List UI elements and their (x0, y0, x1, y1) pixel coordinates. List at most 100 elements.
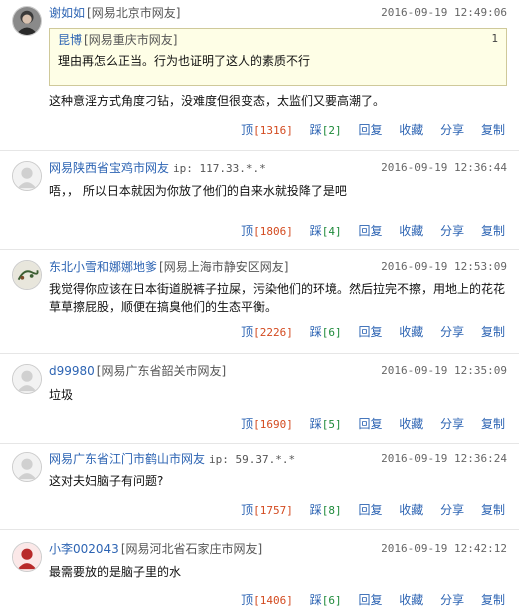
favorite-button[interactable]: 收藏 (399, 123, 423, 137)
comment-list: 谢如如 [网易北京市网友] 2016-09-19 12:49:06 昆博 [网易重庆… (0, 0, 519, 614)
timestamp: 2016-09-19 12:49:06 (381, 6, 507, 19)
downvote-label: 踩 (309, 417, 322, 431)
avatar[interactable] (12, 6, 42, 36)
quote-location: [网易重庆市网友] (84, 33, 178, 47)
timestamp: 2016-09-19 12:53:09 (381, 260, 507, 273)
upvote-button[interactable]: 顶[1690] (241, 417, 293, 431)
copy-button[interactable]: 复制 (481, 593, 505, 607)
upvote-label: 顶 (241, 417, 254, 431)
comment-header: d99980 [网易广东省韶关市网友] 2016-09-19 12:35:09 (49, 362, 507, 380)
upvote-label: 顶 (241, 224, 254, 238)
downvote-label: 踩 (309, 593, 322, 607)
username[interactable]: 网易广东省江门市鹤山市网友 (49, 452, 205, 466)
downvote-button[interactable]: 踩[8] (310, 503, 342, 517)
downvote-button[interactable]: 踩[2] (310, 123, 342, 137)
copy-button[interactable]: 复制 (481, 123, 505, 137)
favorite-button[interactable]: 收藏 (399, 503, 423, 517)
timestamp: 2016-09-19 12:42:12 (381, 542, 507, 555)
comment-item: d99980 [网易广东省韶关市网友] 2016-09-19 12:35:09 垃… (0, 354, 519, 444)
upvote-button[interactable]: 顶[2226] (241, 325, 293, 339)
downvote-count: [5] (321, 418, 342, 431)
downvote-button[interactable]: 踩[6] (310, 325, 342, 339)
comment-actions: 顶[1806] 踩[4] 回复 收藏 分享 复制 (228, 222, 505, 240)
avatar[interactable] (12, 161, 42, 191)
username[interactable]: d99980 (49, 364, 95, 378)
upvote-button[interactable]: 顶[1316] (241, 123, 293, 137)
avatar[interactable] (12, 260, 42, 290)
downvote-button[interactable]: 踩[4] (310, 224, 342, 238)
comment-text: 这对夫妇脑子有问题? (49, 474, 164, 488)
share-button[interactable]: 分享 (440, 123, 464, 137)
share-button[interactable]: 分享 (440, 593, 464, 607)
share-button[interactable]: 分享 (440, 224, 464, 238)
comment-text: 垃圾 (49, 388, 74, 402)
ip-address: ip: 59.37.*.* (209, 453, 296, 466)
upvote-button[interactable]: 顶[1757] (241, 503, 293, 517)
comment-text: 我觉得你应该在日本街道脱裤子拉屎，污染他们的环境。然后拉完不擦，用地上的花花草草… (49, 282, 506, 314)
reply-button[interactable]: 回复 (358, 224, 382, 238)
share-button[interactable]: 分享 (440, 325, 464, 339)
username[interactable]: 小李002043 (49, 542, 119, 556)
upvote-label: 顶 (241, 123, 254, 137)
upvote-button[interactable]: 顶[1406] (241, 593, 293, 607)
comment-actions: 顶[1316] 踩[2] 回复 收藏 分享 复制 (228, 121, 505, 139)
downvote-button[interactable]: 踩[5] (310, 417, 342, 431)
downvote-count: [6] (321, 326, 342, 339)
favorite-button[interactable]: 收藏 (399, 593, 423, 607)
upvote-button[interactable]: 顶[1806] (241, 224, 293, 238)
favorite-button[interactable]: 收藏 (399, 325, 423, 339)
downvote-count: [4] (321, 225, 342, 238)
comment-header: 谢如如 [网易北京市网友] 2016-09-19 12:49:06 (49, 4, 507, 22)
user-location: [网易广东省韶关市网友] (96, 364, 227, 378)
comment-actions: 顶[2226] 踩[6] 回复 收藏 分享 复制 (228, 323, 505, 341)
timestamp: 2016-09-19 12:36:24 (381, 452, 507, 465)
favorite-button[interactable]: 收藏 (399, 417, 423, 431)
timestamp: 2016-09-19 12:35:09 (381, 364, 507, 377)
quote-text: 理由再怎么正当。行为也证明了这人的素质不行 (58, 54, 311, 68)
quote-header: 昆博 [网易重庆市网友] (58, 32, 177, 48)
avatar[interactable] (12, 452, 42, 482)
copy-button[interactable]: 复制 (481, 503, 505, 517)
comment-item: 网易广东省江门市鹤山市网友 ip: 59.37.*.* 2016-09-19 12… (0, 444, 519, 530)
upvote-label: 顶 (241, 593, 254, 607)
share-button[interactable]: 分享 (440, 417, 464, 431)
username[interactable]: 网易陕西省宝鸡市网友 (49, 161, 169, 175)
comment-item: 网易陕西省宝鸡市网友 ip: 117.33.*.* 2016-09-19 12:3… (0, 151, 519, 250)
comment-item: 东北小雪和娜娜地爹 [网易上海市静安区网友] 2016-09-19 12:53:0… (0, 250, 519, 354)
user-location: [网易上海市静安区网友] (159, 260, 289, 274)
comment-actions: 顶[1757] 踩[8] 回复 收藏 分享 复制 (228, 501, 505, 519)
user-location: [网易北京市网友] (87, 6, 181, 20)
username[interactable]: 东北小雪和娜娜地爹 (49, 260, 157, 274)
comment-text: 这种意淫方式角度刁钻，没难度但很变态，太监们又要高潮了。 (49, 94, 386, 108)
copy-button[interactable]: 复制 (481, 417, 505, 431)
favorite-button[interactable]: 收藏 (399, 224, 423, 238)
downvote-button[interactable]: 踩[6] (310, 593, 342, 607)
downvote-label: 踩 (309, 123, 322, 137)
reply-button[interactable]: 回复 (358, 325, 382, 339)
reply-button[interactable]: 回复 (358, 123, 382, 137)
downvote-label: 踩 (309, 224, 322, 238)
reply-button[interactable]: 回复 (358, 503, 382, 517)
copy-button[interactable]: 复制 (481, 224, 505, 238)
quote-username[interactable]: 昆博 (58, 33, 82, 47)
quoted-comment: 昆博 [网易重庆市网友] 1 理由再怎么正当。行为也证明了这人的素质不行 (49, 28, 507, 86)
reply-button[interactable]: 回复 (358, 593, 382, 607)
comment-item: 谢如如 [网易北京市网友] 2016-09-19 12:49:06 昆博 [网易重庆… (0, 0, 519, 151)
comment-header: 小李002043 [网易河北省石家庄市网友] 2016-09-19 12:42:1… (49, 540, 507, 558)
comment-actions: 顶[1690] 踩[5] 回复 收藏 分享 复制 (228, 415, 505, 433)
upvote-count: [2226] (253, 326, 293, 339)
username[interactable]: 谢如如 (49, 6, 85, 20)
user-location: [网易河北省石家庄市网友] (120, 542, 263, 556)
share-button[interactable]: 分享 (440, 503, 464, 517)
comment-actions: 顶[1406] 踩[6] 回复 收藏 分享 复制 (228, 591, 505, 609)
reply-button[interactable]: 回复 (358, 417, 382, 431)
downvote-count: [8] (321, 504, 342, 517)
avatar[interactable] (12, 542, 42, 572)
timestamp: 2016-09-19 12:36:44 (381, 161, 507, 174)
avatar[interactable] (12, 364, 42, 394)
upvote-label: 顶 (241, 325, 254, 339)
quote-floor-number: 1 (491, 32, 498, 45)
comment-header: 网易广东省江门市鹤山市网友 ip: 59.37.*.* 2016-09-19 12… (49, 450, 507, 468)
copy-button[interactable]: 复制 (481, 325, 505, 339)
ip-address: ip: 117.33.*.* (173, 162, 266, 175)
